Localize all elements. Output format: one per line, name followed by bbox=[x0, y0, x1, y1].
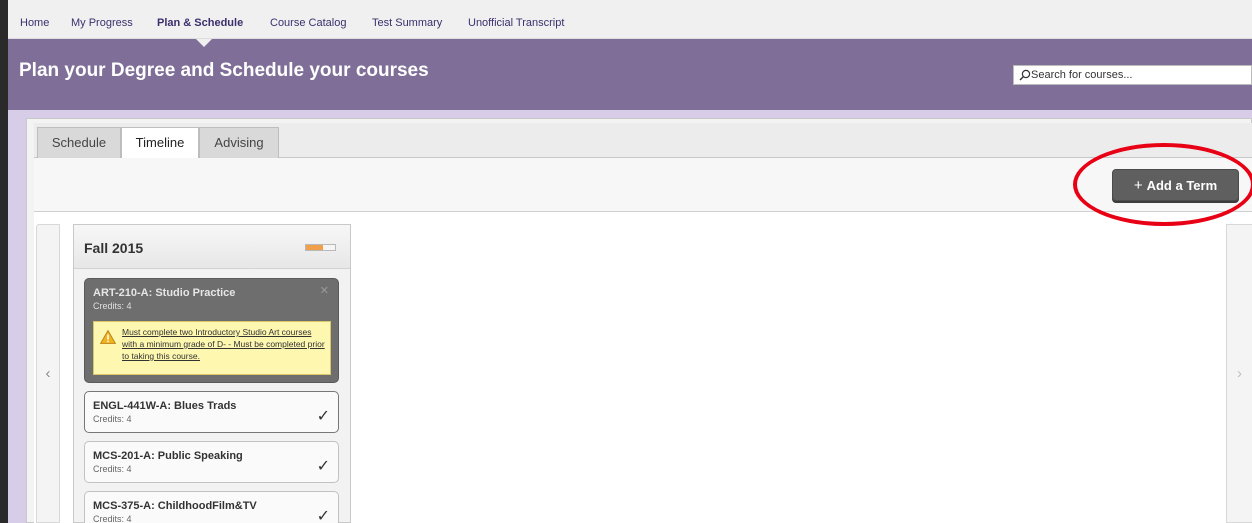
course-name: ART-210-A: Studio Practice bbox=[93, 287, 236, 299]
term-progress-fill bbox=[306, 245, 324, 250]
previous-term-button[interactable]: ‹ bbox=[36, 224, 60, 523]
tab-advising[interactable]: Advising bbox=[199, 127, 279, 158]
add-term-label: Add a Term bbox=[1146, 177, 1218, 193]
nav-unofficial-transcript[interactable]: Unofficial Transcript bbox=[468, 17, 564, 29]
chevron-right-icon: › bbox=[1237, 365, 1242, 382]
close-icon[interactable]: ✕ bbox=[320, 284, 329, 297]
warning-message[interactable]: Must complete two Introductory Studio Ar… bbox=[122, 326, 327, 362]
chevron-left-icon: ‹ bbox=[45, 365, 51, 382]
tab-timeline[interactable]: Timeline bbox=[121, 127, 199, 159]
course-card[interactable]: ENGL-441W-A: Blues Trads Credits: 4 ✓ bbox=[84, 391, 339, 433]
term-title: Fall 2015 bbox=[84, 240, 144, 256]
term-header: Fall 2015 bbox=[74, 225, 350, 269]
course-card[interactable]: MCS-375-A: ChildhoodFilm&TV Credits: 4 ✓ bbox=[84, 491, 339, 523]
course-credits: Credits: 4 bbox=[93, 514, 132, 523]
nav-test-summary[interactable]: Test Summary bbox=[372, 17, 442, 29]
tab-schedule[interactable]: Schedule bbox=[37, 127, 121, 158]
course-credits: Credits: 4 bbox=[93, 464, 132, 474]
active-nav-pointer bbox=[196, 39, 212, 47]
term-column: Fall 2015 ART-210-A: Studio Practice Cre… bbox=[73, 224, 351, 523]
page-header: Plan your Degree and Schedule your cours… bbox=[8, 39, 1252, 110]
add-term-button[interactable]: + Add a Term bbox=[1112, 169, 1239, 201]
search-icon bbox=[1019, 69, 1031, 81]
app-page: Home My Progress Plan & Schedule Course … bbox=[0, 0, 1252, 523]
course-name: MCS-201-A: Public Speaking bbox=[93, 450, 243, 462]
course-name: MCS-375-A: ChildhoodFilm&TV bbox=[93, 500, 257, 512]
search-box[interactable] bbox=[1013, 65, 1252, 85]
checkmark-icon: ✓ bbox=[316, 508, 330, 523]
warning-icon bbox=[100, 330, 116, 344]
course-credits: Credits: 4 bbox=[93, 301, 132, 311]
prerequisite-warning: Must complete two Introductory Studio Ar… bbox=[93, 321, 331, 375]
left-edge-strip bbox=[0, 0, 8, 523]
next-term-button[interactable]: › bbox=[1226, 224, 1252, 523]
course-card[interactable]: ART-210-A: Studio Practice Credits: 4 ✕ … bbox=[84, 278, 339, 383]
timeline-toolbar: + Add a Term bbox=[34, 158, 1252, 212]
checkmark-icon: ✓ bbox=[316, 408, 330, 425]
checkmark-icon: ✓ bbox=[316, 458, 330, 475]
nav-plan-schedule[interactable]: Plan & Schedule bbox=[157, 17, 243, 29]
nav-course-catalog[interactable]: Course Catalog bbox=[270, 17, 346, 29]
course-name: ENGL-441W-A: Blues Trads bbox=[93, 400, 237, 412]
top-navigation: Home My Progress Plan & Schedule Course … bbox=[8, 0, 1252, 39]
plus-icon: + bbox=[1133, 176, 1143, 194]
nav-my-progress[interactable]: My Progress bbox=[71, 17, 133, 29]
search-input[interactable] bbox=[1031, 67, 1249, 83]
nav-home[interactable]: Home bbox=[20, 17, 49, 29]
course-card[interactable]: MCS-201-A: Public Speaking Credits: 4 ✓ bbox=[84, 441, 339, 483]
term-credit-progress bbox=[305, 244, 336, 251]
tabs-bar: Schedule Timeline Advising bbox=[34, 123, 1252, 159]
page-title: Plan your Degree and Schedule your cours… bbox=[19, 60, 429, 81]
course-credits: Credits: 4 bbox=[93, 414, 132, 424]
